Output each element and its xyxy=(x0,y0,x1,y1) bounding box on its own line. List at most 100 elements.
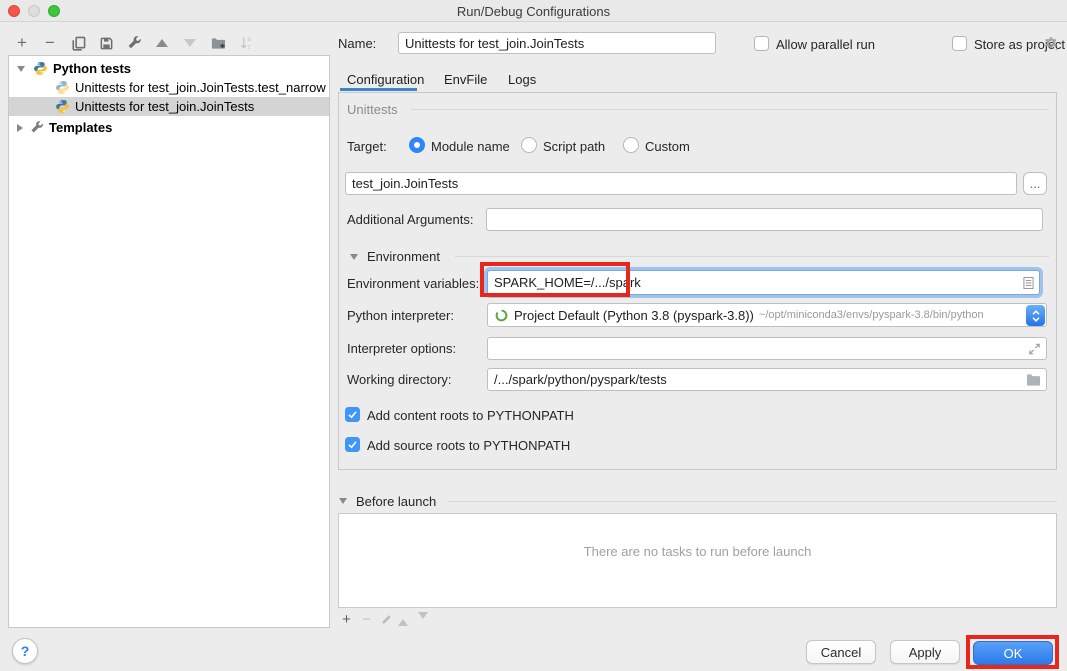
python-interpreter-path: ~/opt/miniconda3/envs/pyspark-3.8/bin/py… xyxy=(759,309,984,321)
cancel-button-label: Cancel xyxy=(821,645,861,660)
empty-tasks-message: There are no tasks to run before launch xyxy=(339,544,1056,559)
save-icon[interactable] xyxy=(96,33,116,53)
title-bar: Run/Debug Configurations xyxy=(0,0,1067,22)
target-custom-radio[interactable] xyxy=(623,137,639,153)
add-icon[interactable]: + xyxy=(12,33,32,53)
add-task-icon[interactable]: + xyxy=(340,612,353,626)
add-content-roots-label: Add content roots to PYTHONPATH xyxy=(367,408,574,423)
folder-plus-icon xyxy=(210,36,226,51)
move-up-icon[interactable] xyxy=(152,33,172,53)
working-directory-label: Working directory: xyxy=(347,372,452,387)
tab-logs[interactable]: Logs xyxy=(508,72,536,87)
expand-collapse-icon[interactable] xyxy=(17,124,23,132)
move-task-down-icon xyxy=(420,612,433,626)
down-triangle-icon xyxy=(184,39,196,47)
python-icon xyxy=(55,80,70,95)
python-interpreter-label: Python interpreter: xyxy=(347,308,454,323)
remove-task-icon: − xyxy=(360,612,373,626)
move-down-icon xyxy=(180,33,200,53)
working-directory-value: /.../spark/python/pyspark/tests xyxy=(494,372,667,387)
interpreter-options-input[interactable] xyxy=(487,337,1047,360)
target-module-name-radio[interactable] xyxy=(409,137,425,153)
copy-icon xyxy=(71,36,86,51)
add-source-roots-checkbox[interactable] xyxy=(345,437,360,452)
python-icon xyxy=(33,61,48,76)
tree-item-unittest-jointests[interactable]: Unittests for test_join.JoinTests xyxy=(9,97,329,116)
edit-task-icon xyxy=(380,612,393,626)
save-icon xyxy=(99,36,114,51)
target-script-path-label: Script path xyxy=(543,139,605,154)
target-custom-label: Custom xyxy=(645,139,690,154)
working-directory-input[interactable]: /.../spark/python/pyspark/tests xyxy=(487,368,1047,391)
wrench-icon xyxy=(30,121,44,135)
gear-icon[interactable] xyxy=(1043,36,1059,57)
edit-templates-icon[interactable] xyxy=(124,33,144,53)
tab-configuration[interactable]: Configuration xyxy=(347,72,424,87)
configurations-toolbar: + − az xyxy=(12,33,264,53)
target-script-path-radio[interactable] xyxy=(521,137,537,153)
checkmark-icon xyxy=(347,439,358,450)
tree-item-label: Unittests for test_join.JoinTests xyxy=(75,99,254,114)
question-mark-icon: ? xyxy=(21,643,30,659)
allow-parallel-run-label: Allow parallel run xyxy=(776,37,875,52)
name-value: Unittests for test_join.JoinTests xyxy=(405,36,584,51)
additional-arguments-label: Additional Arguments: xyxy=(347,212,473,227)
module-name-input[interactable]: test_join.JoinTests xyxy=(345,172,1017,195)
unittests-group-title: Unittests xyxy=(347,102,398,117)
tab-envfile[interactable]: EnvFile xyxy=(444,72,487,87)
folder-icon[interactable] xyxy=(1026,373,1041,386)
browse-module-button[interactable]: ... xyxy=(1023,172,1047,195)
group-separator xyxy=(411,109,1049,110)
expand-field-icon[interactable] xyxy=(1028,342,1041,355)
python-icon xyxy=(55,99,70,114)
environment-variables-input[interactable]: SPARK_HOME=/.../spark xyxy=(487,270,1040,295)
checkmark-icon xyxy=(347,409,358,420)
new-folder-icon[interactable] xyxy=(208,33,228,53)
tree-item-unittest-narrow[interactable]: Unittests for test_join.JoinTests.test_n… xyxy=(9,78,329,97)
help-button[interactable]: ? xyxy=(12,638,38,664)
configurations-tree: Python tests Unittests for test_join.Joi… xyxy=(8,55,330,628)
window-title: Run/Debug Configurations xyxy=(0,4,1067,19)
copy-icon[interactable] xyxy=(68,33,88,53)
cancel-button[interactable]: Cancel xyxy=(806,640,876,664)
tree-item-templates[interactable]: Templates xyxy=(9,118,329,137)
module-name-value: test_join.JoinTests xyxy=(352,176,458,191)
environment-collapse-icon[interactable] xyxy=(350,254,358,260)
expand-collapse-icon[interactable] xyxy=(17,66,25,72)
section-separator xyxy=(448,501,1057,502)
tree-item-label: Templates xyxy=(49,120,112,135)
conda-env-icon xyxy=(494,308,509,323)
before-launch-toolbar: + − xyxy=(340,612,440,626)
target-label: Target: xyxy=(347,139,387,154)
add-source-roots-label: Add source roots to PYTHONPATH xyxy=(367,438,570,453)
store-as-project-file-checkbox[interactable] xyxy=(952,36,967,51)
before-launch-collapse-icon[interactable] xyxy=(339,498,347,504)
remove-icon[interactable]: − xyxy=(40,33,60,53)
python-interpreter-value: Project Default (Python 3.8 (pyspark-3.8… xyxy=(514,308,754,323)
allow-parallel-run-checkbox[interactable] xyxy=(754,36,769,51)
ok-button[interactable]: OK xyxy=(973,641,1053,665)
before-launch-title: Before launch xyxy=(356,494,436,509)
tree-item-label: Python tests xyxy=(53,61,131,76)
ellipsis-icon: ... xyxy=(1030,176,1041,191)
tree-item-label: Unittests for test_join.JoinTests.test_n… xyxy=(75,80,326,95)
up-triangle-icon xyxy=(156,39,168,47)
sort-alphabetically-icon: az xyxy=(236,33,256,53)
environment-variables-value: SPARK_HOME=/.../spark xyxy=(494,275,641,290)
interpreter-options-label: Interpreter options: xyxy=(347,341,456,356)
add-content-roots-checkbox[interactable] xyxy=(345,407,360,422)
additional-arguments-input[interactable] xyxy=(486,208,1043,231)
python-interpreter-select[interactable]: Project Default (Python 3.8 (pyspark-3.8… xyxy=(487,303,1047,327)
tree-item-python-tests[interactable]: Python tests xyxy=(9,59,329,78)
name-input[interactable]: Unittests for test_join.JoinTests xyxy=(398,32,716,54)
active-tab-underline xyxy=(340,88,417,91)
env-vars-list-icon[interactable] xyxy=(1023,276,1034,290)
apply-button-label: Apply xyxy=(909,645,942,660)
section-separator xyxy=(455,256,1049,257)
environment-variables-label: Environment variables: xyxy=(347,276,479,291)
environment-section-title: Environment xyxy=(367,249,440,264)
apply-button[interactable]: Apply xyxy=(890,640,960,664)
name-label: Name: xyxy=(338,36,376,51)
dropdown-stepper-icon[interactable] xyxy=(1026,305,1045,326)
ok-button-label: OK xyxy=(1004,646,1023,661)
